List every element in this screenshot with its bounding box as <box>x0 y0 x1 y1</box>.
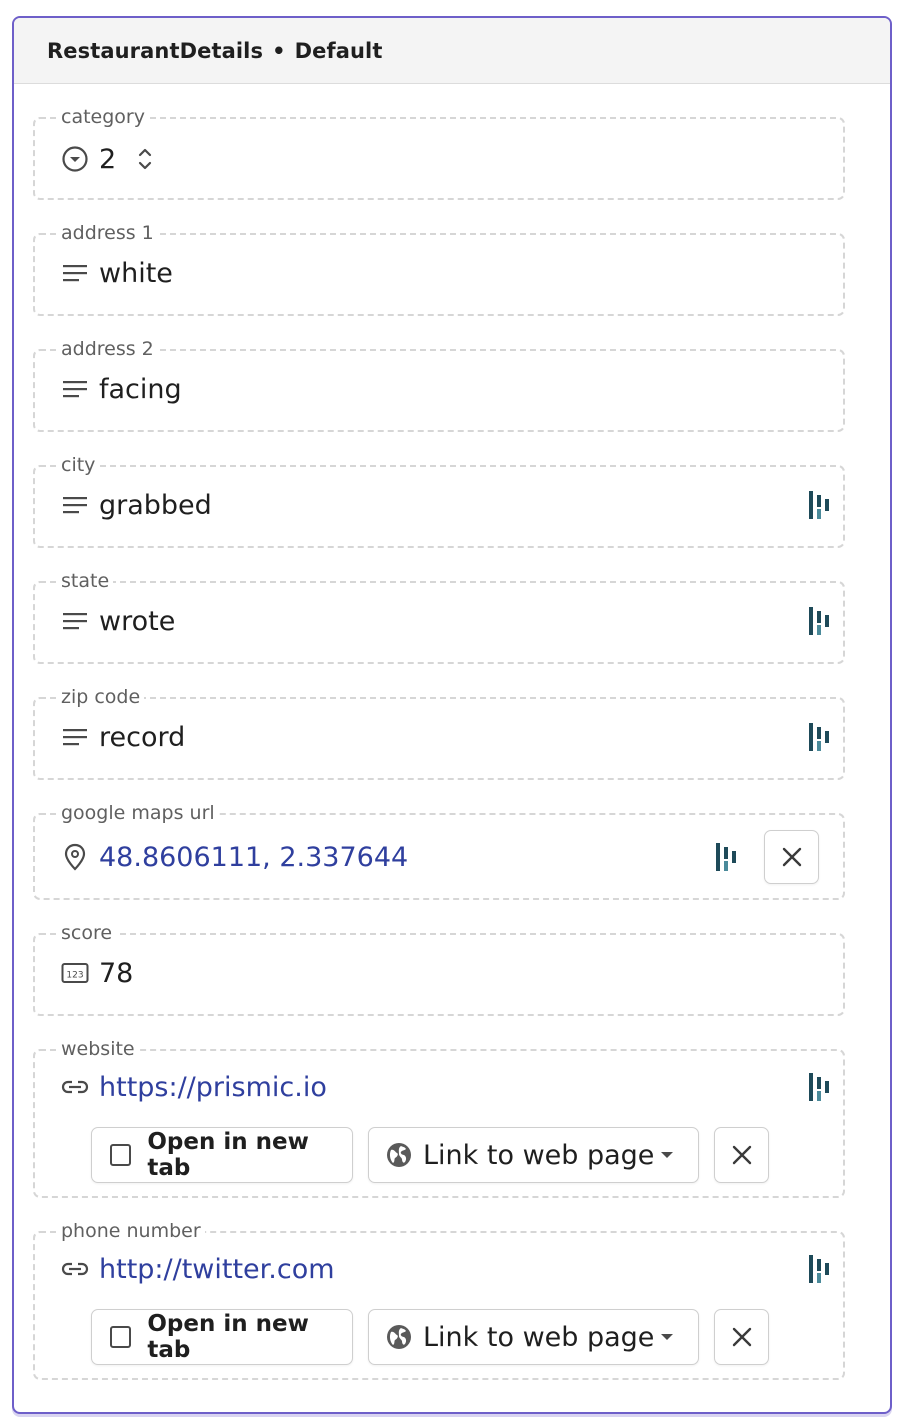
google-maps-value[interactable]: 48.8606111, 2.337644 <box>99 842 408 873</box>
prismic-icon[interactable] <box>807 1072 833 1102</box>
close-icon <box>732 1327 751 1347</box>
globe-icon <box>387 1325 411 1349</box>
field-zip-code: zip code record <box>33 685 845 780</box>
prismic-icon[interactable] <box>714 842 740 872</box>
field-score: score 123 78 <box>33 921 845 1016</box>
text-lines-icon <box>61 375 89 403</box>
link-type-dropdown[interactable]: Link to web page <box>368 1127 699 1183</box>
phone-number-value[interactable]: http://twitter.com <box>99 1254 335 1285</box>
open-in-new-tab-checkbox[interactable]: Open in new tab <box>91 1309 353 1365</box>
category-value[interactable]: 2 <box>99 144 116 175</box>
open-in-new-tab-label: Open in new tab <box>147 1129 309 1181</box>
field-label: score <box>57 921 117 945</box>
prismic-icon[interactable] <box>807 1254 833 1284</box>
clear-link-button[interactable] <box>714 1127 769 1183</box>
field-state: state wrote <box>33 569 845 664</box>
clear-button[interactable] <box>764 830 819 884</box>
link-type-label: Link to web page <box>423 1321 655 1353</box>
checkbox-icon[interactable] <box>110 1144 132 1166</box>
text-lines-icon <box>61 607 89 635</box>
close-icon <box>782 847 801 867</box>
card-header: RestaurantDetails • Default <box>14 18 890 84</box>
field-label: zip code <box>57 685 145 709</box>
link-type-dropdown[interactable]: Link to web page <box>368 1309 699 1365</box>
website-value[interactable]: https://prismic.io <box>99 1072 327 1103</box>
field-city: city grabbed <box>33 453 845 548</box>
number-icon: 123 <box>61 959 89 987</box>
field-phone-number: phone number http://twitter.com Open in … <box>33 1219 845 1380</box>
field-website: website https://prismic.io Open in new t… <box>33 1037 845 1198</box>
component-name: RestaurantDetails <box>47 38 264 63</box>
close-icon <box>732 1145 751 1165</box>
field-label: phone number <box>57 1219 205 1243</box>
zip-code-value[interactable]: record <box>99 722 185 753</box>
header-separator: • <box>272 38 286 63</box>
stepper-icon[interactable] <box>130 144 160 174</box>
svg-text:123: 123 <box>66 971 83 981</box>
clear-link-button[interactable] <box>714 1309 769 1365</box>
open-in-new-tab-checkbox[interactable]: Open in new tab <box>91 1127 353 1183</box>
checkbox-icon[interactable] <box>110 1326 132 1348</box>
globe-icon <box>387 1143 411 1167</box>
variation-name: Default <box>294 38 383 63</box>
text-lines-icon <box>61 491 89 519</box>
address-2-value[interactable]: facing <box>99 374 182 405</box>
field-address-1: address 1 white <box>33 221 845 316</box>
caret-down-icon <box>661 1152 673 1158</box>
score-value[interactable]: 78 <box>99 958 133 989</box>
field-category: category 2 <box>33 105 845 200</box>
link-icon <box>61 1255 89 1283</box>
location-pin-icon <box>61 843 89 871</box>
city-value[interactable]: grabbed <box>99 490 212 521</box>
text-lines-icon <box>61 723 89 751</box>
link-type-label: Link to web page <box>423 1139 655 1171</box>
prismic-icon[interactable] <box>807 722 833 752</box>
field-label: website <box>57 1037 139 1061</box>
field-label: address 1 <box>57 221 158 245</box>
field-google-maps-url: google maps url 48.8606111, 2.337644 <box>33 801 845 900</box>
address-1-value[interactable]: white <box>99 258 173 289</box>
caret-down-icon <box>661 1334 673 1340</box>
open-in-new-tab-label: Open in new tab <box>147 1311 309 1363</box>
field-label: category <box>57 105 149 129</box>
state-value[interactable]: wrote <box>99 606 175 637</box>
field-label: address 2 <box>57 337 158 361</box>
link-icon <box>61 1073 89 1101</box>
field-label: city <box>57 453 100 477</box>
prismic-icon[interactable] <box>807 606 833 636</box>
field-address-2: address 2 facing <box>33 337 845 432</box>
text-lines-icon <box>61 259 89 287</box>
field-label: state <box>57 569 114 593</box>
field-label: google maps url <box>57 801 219 825</box>
prismic-icon[interactable] <box>807 490 833 520</box>
select-icon <box>61 145 89 173</box>
